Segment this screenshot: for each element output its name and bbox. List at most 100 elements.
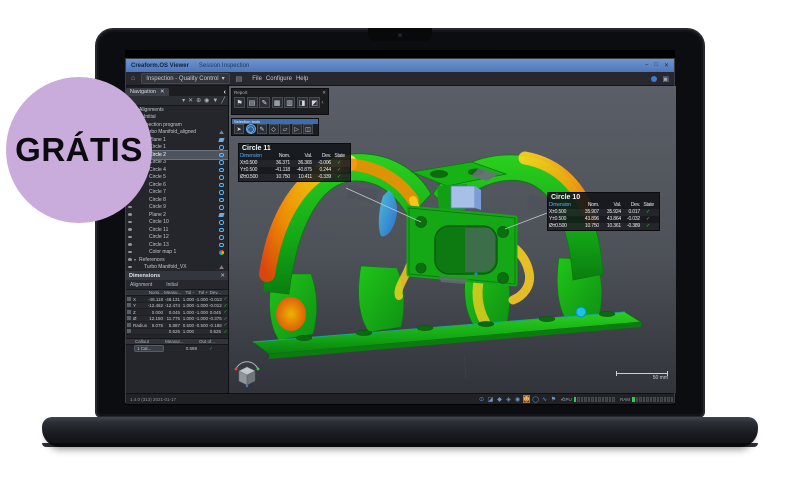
feedback-icon[interactable]: ▣ <box>662 75 669 83</box>
eye-icon[interactable] <box>126 227 134 233</box>
tree-item-label: Color map 1 <box>149 249 217 255</box>
tree-item-circle-8[interactable]: Circle 8 <box>126 196 228 204</box>
mesh-display-icon[interactable]: ◆ <box>496 395 503 403</box>
gratis-badge: GRÁTIS <box>6 77 152 223</box>
dropdown-icon[interactable]: ▾ <box>182 97 185 104</box>
close-icon[interactable]: ✕ <box>220 273 225 279</box>
home-icon[interactable]: ⌂ <box>131 75 135 82</box>
eye-icon[interactable] <box>126 264 134 270</box>
points-display-icon[interactable]: ◉ <box>514 395 521 403</box>
new-document-icon[interactable]: ▤ <box>236 75 243 83</box>
tree-item-circle-10[interactable]: Circle 10 <box>126 219 228 227</box>
circle-feature-icon <box>217 243 226 248</box>
wave-tool-icon[interactable]: ∿ <box>541 395 548 403</box>
meter-segment <box>598 397 601 402</box>
report-panel-title: Report <box>234 90 248 96</box>
flag-report-icon[interactable]: ⚑ <box>234 97 245 108</box>
app-title: Creaform.OS Viewer <box>131 63 189 69</box>
measure-icon[interactable]: ╱ <box>221 97 225 104</box>
callout-circle-11[interactable]: Circle 11DimensionNom.Val.Dev.StateX±0.5… <box>238 143 351 182</box>
alignment-label: Alignment <box>130 282 152 288</box>
menu-item-help[interactable]: Help <box>296 76 308 82</box>
menu-item-configure[interactable]: Configure <box>266 76 292 82</box>
tree-item-circle-9[interactable]: Circle 9 <box>126 204 228 212</box>
table-report-icon[interactable]: ▦ <box>272 97 283 108</box>
workflow-selector[interactable]: Inspection - Quality Control ▾ <box>141 73 229 84</box>
plane-select-icon[interactable]: ▱ <box>280 124 290 134</box>
eye-icon[interactable] <box>126 257 134 263</box>
tree-item-circle-13[interactable]: Circle 13 <box>126 241 228 249</box>
invert-select-icon[interactable]: ◫ <box>303 124 313 134</box>
eye-icon[interactable] <box>126 249 134 255</box>
colormap-report-icon[interactable]: ◩ <box>309 97 320 108</box>
document-report-icon[interactable]: ▥ <box>284 97 295 108</box>
eye-icon[interactable] <box>126 204 134 210</box>
export-report-icon[interactable]: ◨ <box>297 97 308 108</box>
meter-segment <box>657 397 660 402</box>
eye-icon[interactable] <box>126 242 134 248</box>
circle-feature-icon <box>217 183 226 188</box>
visibility-icon[interactable]: ◉ <box>204 97 209 104</box>
alignment-value[interactable]: Initial <box>166 282 178 288</box>
tree-item-circle-7[interactable]: Circle 7 <box>126 189 228 197</box>
lock-view-icon[interactable]: ◯ <box>532 395 539 403</box>
3d-viewport[interactable]: Report ✕ ⚑▤✎▦▥◨◩‹ Selection tools ➤◯✎◇▱▷… <box>229 86 676 393</box>
meter-segment-on <box>574 397 577 402</box>
scale-line <box>616 373 668 374</box>
circle-feature-icon <box>217 198 226 203</box>
callout-circle-10[interactable]: Circle 10DimensionNom.Val.Dev.StateX±0.5… <box>547 192 660 231</box>
flag-tool-icon[interactable]: ⚑ <box>550 395 557 403</box>
eye-icon[interactable] <box>126 212 134 218</box>
close-icon[interactable]: ✕ <box>322 90 326 96</box>
stage: Creaform.OS Viewer Session Inspection – … <box>0 0 800 500</box>
snap-mode-icon[interactable]: ⊙ <box>478 395 485 403</box>
laptop-base-lip <box>42 443 758 447</box>
cad-display-icon[interactable]: ◈ <box>505 395 512 403</box>
maximize-button[interactable]: □ <box>654 62 658 69</box>
notification-icon[interactable] <box>651 76 657 82</box>
mesh-feature-icon <box>217 130 226 134</box>
dimensions-panel-header: Dimensions ✕ <box>126 271 228 280</box>
tree-item-references[interactable]: ▾References <box>126 256 228 264</box>
tree-item-label: Circle 3 <box>149 159 217 165</box>
freeform-select-icon[interactable]: ✎ <box>257 124 267 134</box>
circle-select-icon[interactable]: ◯ <box>246 124 256 134</box>
grow-select-icon[interactable]: ▷ <box>292 124 302 134</box>
meter-segment <box>605 397 608 402</box>
dimension-row[interactable]: 0.6251.0000.625✓ <box>126 329 228 336</box>
ram-meter: RAM <box>620 397 673 402</box>
tab-label: Navigation <box>130 89 156 95</box>
tab-navigation[interactable]: Navigation ✕ <box>126 88 169 96</box>
meter-segment <box>636 397 639 402</box>
callout-col-header: Nom. <box>270 153 291 160</box>
polygon-select-icon[interactable]: ◇ <box>269 124 279 134</box>
user-mode-icon[interactable]: ☻ <box>523 395 530 403</box>
tree-item-color-map-1[interactable]: Color map 1 <box>126 249 228 257</box>
close-icon[interactable]: ✕ <box>160 89 165 95</box>
eye-icon[interactable] <box>126 234 134 240</box>
menu-item-file[interactable]: File <box>252 76 262 82</box>
tree-item-circle-11[interactable]: Circle 11 <box>126 226 228 234</box>
callout-row[interactable]: 1 Cal...0.589✓ <box>126 345 228 352</box>
cut-icon[interactable]: ✕ <box>188 97 193 104</box>
shading-mode-icon[interactable]: ◪ <box>487 395 494 403</box>
add-entity-icon[interactable]: ⊕ <box>196 97 201 104</box>
filter-icon[interactable]: ▼ <box>212 98 218 104</box>
meter-segment <box>650 397 653 402</box>
pointer-select-icon[interactable]: ➤ <box>234 124 244 134</box>
snapshot-report-icon[interactable]: ▤ <box>247 97 258 108</box>
minimize-button[interactable]: – <box>645 62 648 69</box>
tree-item-turbo-manifold-vx[interactable]: Turbo Manifold_VX <box>126 264 228 272</box>
eye-icon[interactable] <box>126 219 134 225</box>
tree-item-circle-12[interactable]: Circle 12 <box>126 234 228 242</box>
close-button[interactable]: ✕ <box>664 62 669 69</box>
callout-data-row: Ø±0.50010.75010.411-0.339✓ <box>239 174 350 181</box>
meter-segment <box>671 397 674 402</box>
tree-item-plane-2[interactable]: Plane 2 <box>126 211 228 219</box>
orientation-cube[interactable] <box>232 359 262 389</box>
meter-segment-on <box>632 397 635 402</box>
panel-collapse-chevron[interactable]: ‹ <box>224 89 228 96</box>
meter-segment <box>577 397 580 402</box>
annotate-report-icon[interactable]: ✎ <box>259 97 270 108</box>
report-more-icon[interactable]: ‹ <box>322 100 324 106</box>
